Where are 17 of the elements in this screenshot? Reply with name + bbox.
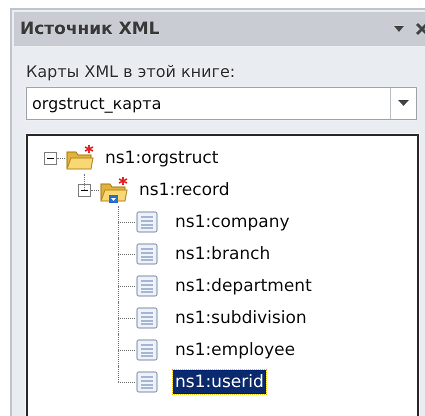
select-value: orgstruct_карта — [31, 93, 162, 115]
tree-item[interactable]: ns1:department — [173, 274, 314, 298]
collapse-toggle[interactable] — [44, 152, 57, 164]
maps-label: Карты XML в этой книге: — [26, 62, 236, 81]
tree-item[interactable]: ns1:branch — [173, 242, 272, 266]
tree-item[interactable]: ns1:company — [173, 210, 292, 234]
close-icon[interactable] — [415, 22, 425, 36]
panel-title: Источник XML — [20, 19, 160, 39]
tree-item[interactable]: ns1:employee — [173, 338, 298, 362]
caret-icon — [398, 100, 409, 107]
tree-item[interactable]: ns1:record — [137, 178, 232, 202]
tree-item[interactable]: ns1:subdivision — [173, 306, 309, 330]
tree-item[interactable]: ns1:orgstruct — [103, 146, 220, 170]
tree-item[interactable]: ns1:userid — [173, 370, 266, 394]
xml-map-select[interactable]: orgstruct_карта — [26, 87, 417, 120]
caret-icon[interactable] — [393, 25, 405, 33]
collapse-toggle[interactable] — [78, 184, 91, 196]
